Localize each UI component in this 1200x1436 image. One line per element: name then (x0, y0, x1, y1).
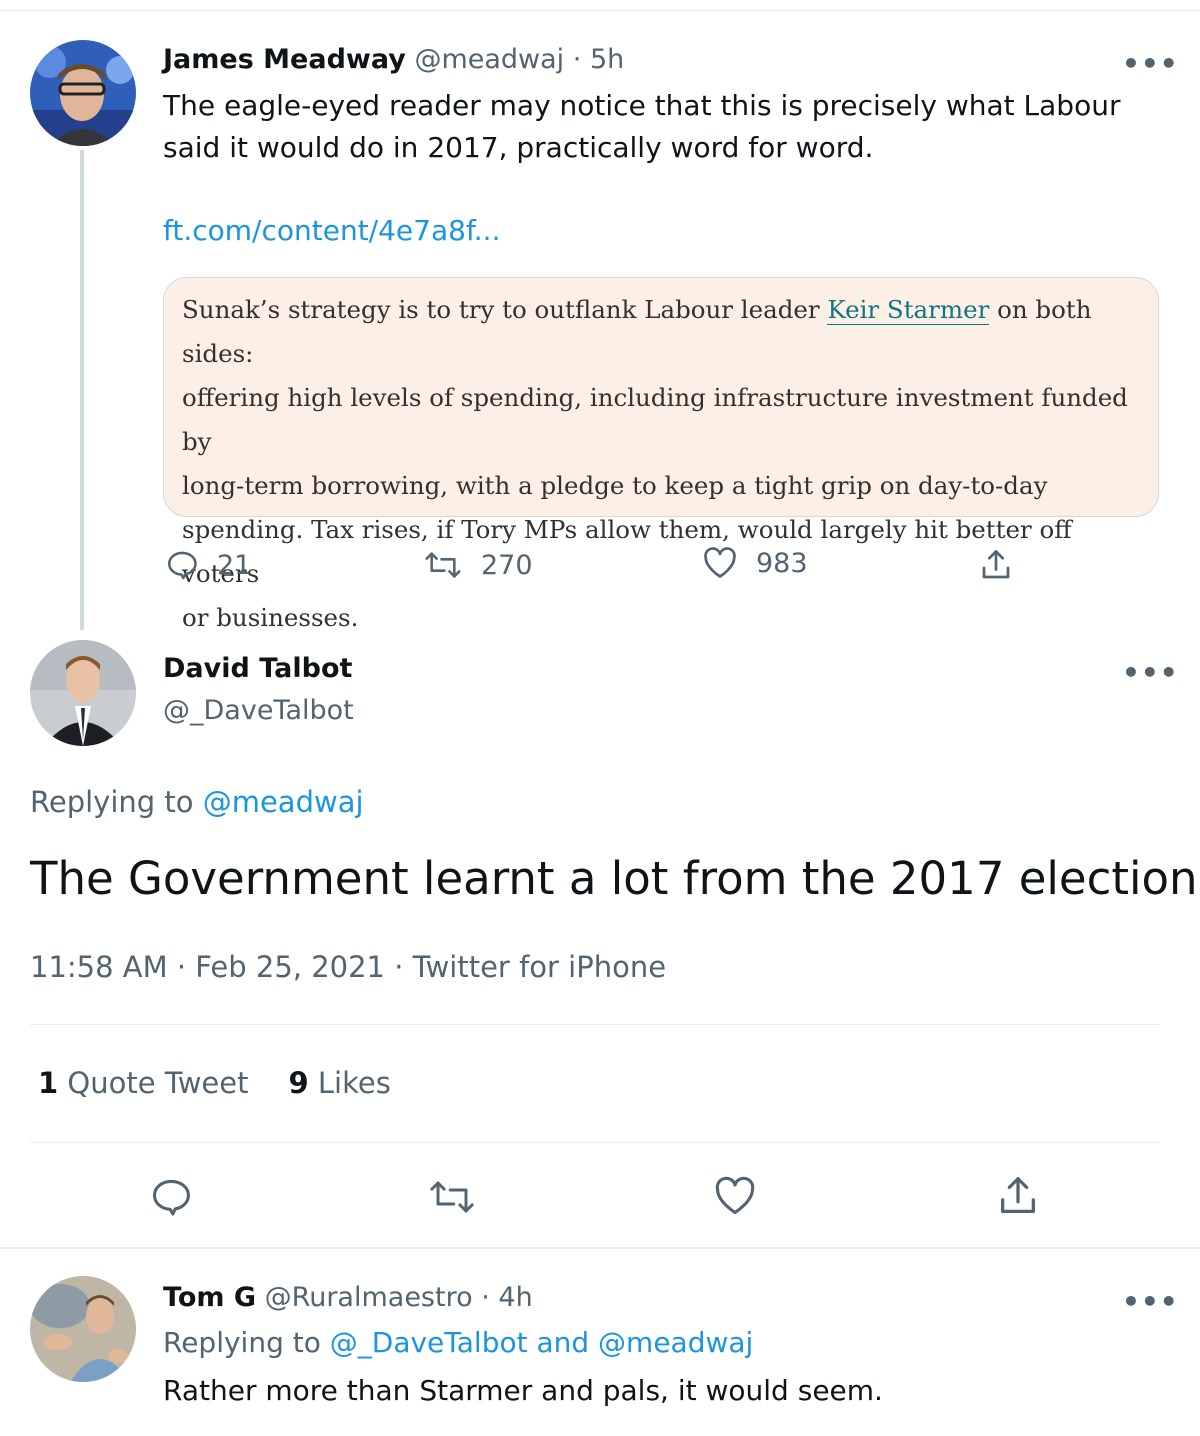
author-handle[interactable]: @_DaveTalbot (163, 695, 354, 726)
likes-label: Likes (317, 1066, 391, 1100)
likes-count: 9 (288, 1066, 309, 1100)
tweet2-replying-to: Replying to @meadwaj (30, 785, 364, 819)
more-options-icon[interactable]: ••• (1122, 659, 1179, 687)
quote-tweet-label: Quote Tweet (67, 1066, 249, 1100)
more-options-icon[interactable]: ••• (1122, 50, 1179, 78)
heart-icon[interactable] (713, 1174, 757, 1218)
tweet1-header: James Meadway @meadwaj · 5h (163, 44, 624, 75)
retweet-icon[interactable] (426, 1176, 478, 1218)
dot-separator: · (481, 1282, 490, 1313)
reply-icon (167, 551, 197, 580)
replying-label: Replying to (30, 785, 194, 819)
replying-label: Replying to (163, 1326, 321, 1359)
tweet3-text: Rather more than Starmer and pals, it wo… (163, 1374, 883, 1407)
tom-g-avatar[interactable] (30, 1276, 136, 1382)
author-handle[interactable]: @Ruralmaestro (265, 1282, 473, 1313)
quote-tweet-count: 1 (38, 1066, 59, 1100)
tweet2-handle-line: @_DaveTalbot (163, 695, 354, 726)
author-name[interactable]: David Talbot (163, 653, 352, 684)
reply-icon[interactable] (149, 1175, 193, 1219)
quote-line3: long-term borrowing, with a pledge to ke… (182, 471, 1048, 500)
tweet2-timestamp[interactable]: 11:58 AM · Feb 25, 2021 · Twitter for iP… (30, 950, 666, 984)
top-divider (0, 10, 1200, 11)
retweet-button[interactable]: 270 (423, 548, 533, 582)
reply-button[interactable]: 21 (165, 548, 251, 582)
david-talbot-avatar[interactable] (30, 640, 136, 746)
replying-to-link[interactable]: @_DaveTalbot and @meadwaj (330, 1326, 754, 1359)
share-button[interactable] (978, 546, 1014, 584)
quote-line2: offering high levels of spending, includ… (182, 383, 1128, 456)
tweet-time[interactable]: 4h (498, 1282, 532, 1313)
article-link[interactable]: ft.com/content/4e7a8f... (163, 214, 500, 247)
quote-tweets-stat[interactable]: 1 Quote Tweet (38, 1066, 248, 1100)
like-button[interactable]: 983 (702, 546, 808, 580)
tweet1-text-line2: said it would do in 2017, practically wo… (163, 131, 874, 164)
quoted-article-text: Sunak’s strategy is to try to outflank L… (182, 288, 1140, 640)
retweet-count: 270 (481, 549, 533, 581)
quote-line1-pre: Sunak’s strategy is to try to outflank L… (182, 295, 828, 324)
engagement-stats: 1 Quote Tweet 9 Likes (38, 1066, 391, 1100)
divider (30, 1024, 1160, 1025)
author-name[interactable]: Tom G (163, 1282, 256, 1313)
tweet1-text-line1: The eagle-eyed reader may notice that th… (163, 89, 1121, 122)
section-divider (0, 1247, 1200, 1249)
reply-count: 21 (217, 549, 252, 581)
author-handle[interactable]: @meadwaj (414, 44, 564, 75)
dot-separator: · (572, 44, 582, 75)
likes-stat[interactable]: 9 Likes (288, 1066, 390, 1100)
quoted-article-card[interactable]: Sunak’s strategy is to try to outflank L… (163, 277, 1159, 632)
like-count: 983 (756, 547, 808, 579)
james-meadway-avatar[interactable] (30, 40, 136, 146)
tweet3-header: Tom G @Ruralmaestro · 4h (163, 1282, 533, 1313)
author-name[interactable]: James Meadway (163, 44, 406, 75)
share-icon (982, 550, 1010, 579)
more-options-icon[interactable]: ••• (1122, 1288, 1179, 1316)
keir-starmer-link[interactable]: Keir Starmer (827, 295, 990, 325)
tweet2-text: The Government learnt a lot from the 201… (30, 852, 1200, 905)
share-icon[interactable] (995, 1172, 1041, 1220)
quote-line5: or businesses. (182, 603, 359, 632)
thread-connector (80, 150, 84, 630)
heart-icon (704, 547, 736, 578)
retweet-icon (425, 552, 461, 578)
tweet3-replying-to: Replying to @_DaveTalbot and @meadwaj (163, 1326, 753, 1359)
divider (30, 1142, 1160, 1143)
tweet2-name-line: David Talbot (163, 653, 352, 684)
replying-to-link[interactable]: @meadwaj (203, 785, 364, 819)
tweet1-text: The eagle-eyed reader may notice that th… (163, 85, 1120, 169)
tweet-time[interactable]: 5h (590, 44, 624, 75)
